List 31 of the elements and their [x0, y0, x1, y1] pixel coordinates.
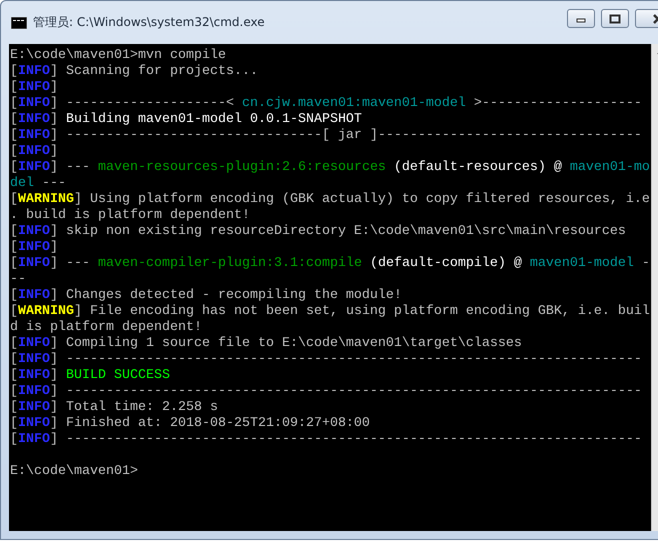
console-line: [WARNING] File encoding has not been set, using platform encoding GBK, i.e. buil: [10, 304, 651, 320]
console-line: [INFO] BUILD SUCCESS: [10, 368, 171, 384]
console-line: [INFO] ------------------------------------------------------------------------: [10, 432, 643, 448]
console-icon: [11, 16, 27, 28]
console-line: [INFO] --------------------< cn.cjw.maven01:maven01-model >--------------------: [10, 96, 643, 112]
console-line: [INFO] Compiling 1 source file to E:\code\maven01\target\classes: [10, 336, 523, 352]
maximize-icon: [609, 14, 621, 24]
console-line: [INFO] Building maven01-model 0.0.1-SNAPSHOT: [10, 112, 363, 128]
maximize-button[interactable]: [601, 9, 629, 28]
console-line: E:\code\maven01>: [10, 463, 139, 480]
console-line: [INFO]: [10, 240, 59, 256]
console-line: [INFO] Scanning for projects...: [10, 64, 259, 80]
console-line: [INFO] Finished at: 2018-08-25T21:09:27+08:00: [10, 416, 371, 432]
console-line: E:\code\maven01>mvn compile: [10, 48, 227, 64]
console-line: --: [10, 272, 27, 288]
console-line: [INFO] ------------------------------------------------------------------------: [10, 384, 643, 400]
console-line: [INFO] --- maven-resources-plugin:2.6:resources (default-resources) @ maven01-mo: [10, 160, 651, 176]
console-line: [INFO] Changes detected - recompiling the module!: [10, 288, 403, 304]
console-line: del ---: [10, 176, 67, 192]
console-line: d is platform dependent!: [10, 320, 203, 336]
console-line: [INFO] Total time: 2.258 s: [10, 400, 219, 416]
console-line: [INFO]: [10, 80, 59, 96]
console-line: . build is platform dependent!: [10, 208, 251, 224]
console-line: [INFO] skip non existing resourceDirectory E:\code\maven01\src\main\resources: [10, 224, 627, 240]
minimize-button[interactable]: [567, 9, 595, 28]
console-line: [INFO] --- maven-compiler-plugin:3.1:compile (default-compile) @ maven01-model -: [10, 256, 651, 272]
console-line: [INFO]: [10, 144, 59, 160]
console-line: [WARNING] Using platform encoding (GBK actually) to copy filtered resources, i.e: [10, 192, 651, 208]
window-title: 管理员: C:\Windows\system32\cmd.exe: [33, 14, 265, 31]
console-line: [INFO] ------------------------------------------------------------------------: [10, 352, 643, 368]
console-line: [INFO] --------------------------------[ jar ]---------------------------------: [10, 128, 643, 144]
